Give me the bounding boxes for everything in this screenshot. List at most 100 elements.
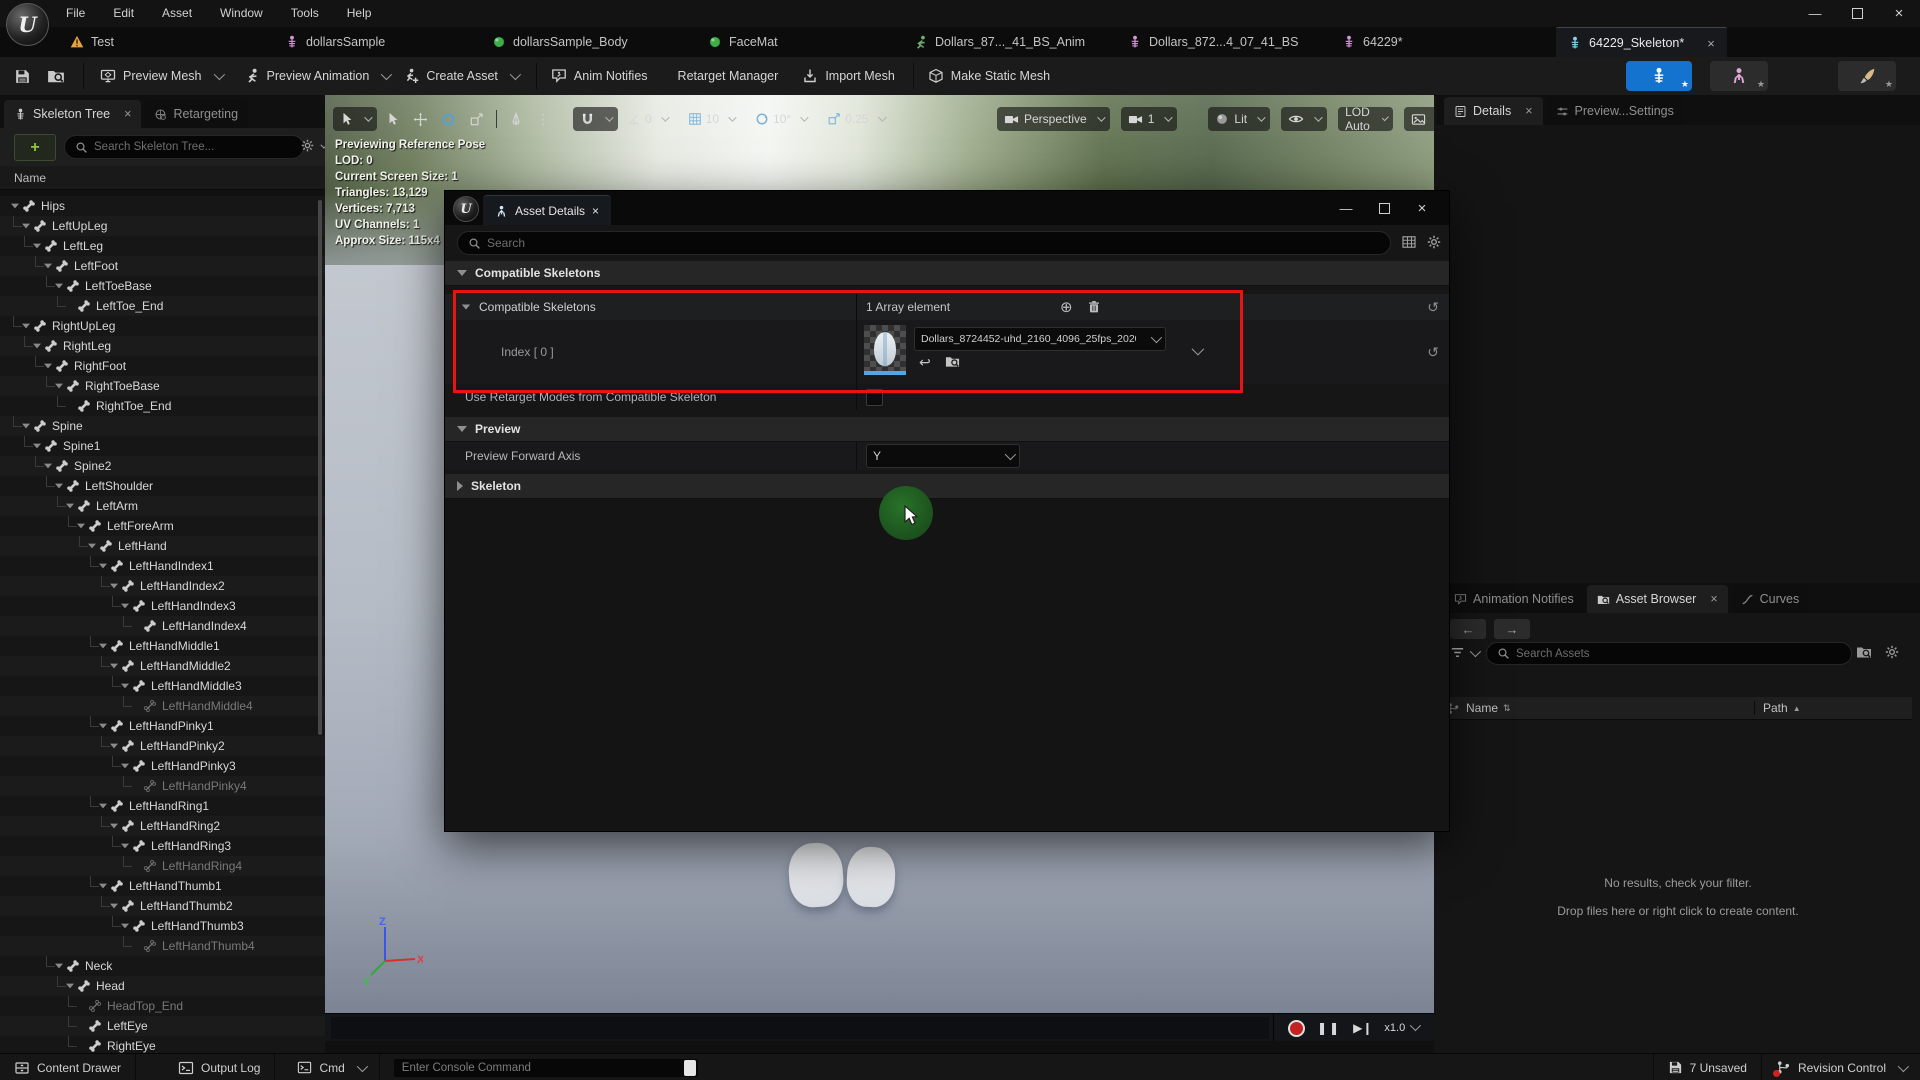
expander-open-icon[interactable]: [41, 263, 55, 269]
bone-row-lefthandmiddle1[interactable]: LeftHandMiddle1: [0, 636, 325, 656]
retarget-manager-button[interactable]: Retarget Manager: [678, 69, 779, 83]
bone-row-lefthandmiddle2[interactable]: LeftHandMiddle2: [0, 656, 325, 676]
bone-row-hips[interactable]: Hips: [0, 196, 325, 216]
delete-array-button[interactable]: [1087, 300, 1101, 315]
scale-snap-dropdown[interactable]: 0.25: [823, 112, 887, 126]
toolbar-overflow-menu[interactable]: ⋮: [532, 111, 554, 128]
output-log-button[interactable]: Output Log: [164, 1054, 275, 1080]
expander-open-icon[interactable]: [19, 423, 33, 429]
make-static-mesh-button[interactable]: Make Static Mesh: [928, 68, 1050, 84]
menu-asset[interactable]: Asset: [148, 0, 206, 27]
pivot-mode-button[interactable]: [505, 112, 527, 126]
tab-close-icon[interactable]: ×: [124, 107, 131, 121]
bone-row-lefthandthumb4[interactable]: LeftHandThumb4: [0, 936, 325, 956]
menu-help[interactable]: Help: [333, 0, 386, 27]
menu-window[interactable]: Window: [206, 0, 277, 27]
bone-row-leftfoot[interactable]: LeftFoot: [0, 256, 325, 276]
bone-row-lefteye[interactable]: LeftEye: [0, 1016, 325, 1036]
browse-to-asset-button[interactable]: [945, 354, 960, 369]
menu-edit[interactable]: Edit: [99, 0, 148, 27]
expander-open-icon[interactable]: [96, 803, 110, 809]
perspective-dropdown[interactable]: Perspective: [997, 107, 1110, 131]
element-expand-chevron[interactable]: [1192, 343, 1205, 356]
history-forward-button[interactable]: →: [1494, 619, 1530, 639]
expander-open-icon[interactable]: [96, 563, 110, 569]
bone-row-spine2[interactable]: Spine2: [0, 456, 325, 476]
bone-row-leftarm[interactable]: LeftArm: [0, 496, 325, 516]
details-panel-tab-preview-settings[interactable]: Preview...Settings: [1546, 97, 1684, 125]
bone-row-lefthand[interactable]: LeftHand: [0, 536, 325, 556]
scale-tool-button[interactable]: [465, 112, 488, 127]
bone-row-head[interactable]: Head: [0, 976, 325, 996]
expander-open-icon[interactable]: [8, 203, 22, 209]
select-tool-button[interactable]: [382, 112, 404, 126]
playback-speed-dropdown[interactable]: ​x1.0: [1384, 1022, 1418, 1034]
expander-open-icon[interactable]: [63, 983, 77, 989]
preview-forward-axis-row[interactable]: Preview Forward Axis Y: [445, 442, 1449, 470]
expander-open-icon[interactable]: [19, 223, 33, 229]
expander-open-icon[interactable]: [107, 903, 121, 909]
asset-tab-dollars-872-4-07-41-bs[interactable]: Dollars_872...4_07_41_BS: [1128, 27, 1298, 57]
bone-row-lefthandthumb2[interactable]: LeftHandThumb2: [0, 896, 325, 916]
bone-row-lefthandindex1[interactable]: LeftHandIndex1: [0, 556, 325, 576]
bone-row-lefttoe_end[interactable]: LeftToe_End: [0, 296, 325, 316]
skeleton-asset-thumbnail[interactable]: [864, 325, 906, 375]
bone-row-righttoebase[interactable]: RightToeBase: [0, 376, 325, 396]
import-mesh-button[interactable]: Import Mesh: [802, 68, 894, 84]
bone-row-leftupleg[interactable]: LeftUpLeg: [0, 216, 325, 236]
tree-settings-button[interactable]: [300, 138, 325, 153]
bone-row-lefthandthumb1[interactable]: LeftHandThumb1: [0, 876, 325, 896]
browse-in-content-browser-button[interactable]: [47, 67, 65, 85]
show-flags-dropdown[interactable]: [1281, 107, 1327, 131]
bone-row-leftleg[interactable]: LeftLeg: [0, 236, 325, 256]
expander-open-icon[interactable]: [30, 343, 44, 349]
expander-open-icon[interactable]: [30, 243, 44, 249]
content-drawer-button[interactable]: Content Drawer: [0, 1054, 136, 1080]
paint-mode-button[interactable]: ★: [1838, 61, 1896, 91]
use-retarget-modes-checkbox[interactable]: [866, 389, 883, 406]
console-expand-handle[interactable]: [684, 1060, 696, 1076]
preview-animation-button[interactable]: Preview Animation: [244, 68, 390, 84]
expander-open-icon[interactable]: [41, 463, 55, 469]
skeleton-panel-tab-skeleton-tree[interactable]: Skeleton Tree×: [4, 100, 141, 128]
expander-open-icon[interactable]: [118, 843, 132, 849]
bone-row-lefthandpinky3[interactable]: LeftHandPinky3: [0, 756, 325, 776]
expander-open-icon[interactable]: [19, 323, 33, 329]
tab-close-icon[interactable]: ×: [592, 204, 599, 218]
skeleton-tree-search-input[interactable]: Search Skeleton Tree...: [64, 135, 304, 159]
window-close-button[interactable]: ×: [1403, 191, 1441, 225]
tree-scrollbar[interactable]: [318, 200, 322, 735]
tab-close-icon[interactable]: ×: [1707, 36, 1715, 51]
use-selected-asset-button[interactable]: ↩: [919, 354, 931, 371]
window-titlebar[interactable]: U Asset Details × — ×: [445, 191, 1449, 225]
menu-tools[interactable]: Tools: [277, 0, 333, 27]
step-forward-button[interactable]: ▶❙: [1353, 1021, 1372, 1035]
menu-file[interactable]: File: [52, 0, 99, 27]
expander-open-icon[interactable]: [107, 583, 121, 589]
save-search-button[interactable]: [1856, 644, 1872, 660]
add-array-element-button[interactable]: ⊕: [1060, 298, 1073, 316]
details-settings-button[interactable]: [1426, 234, 1442, 250]
asset-search-input[interactable]: Search Assets: [1486, 642, 1852, 665]
expander-open-icon[interactable]: [96, 883, 110, 889]
cmd-dropdown[interactable]: Cmd: [283, 1054, 379, 1080]
bone-row-spine1[interactable]: Spine1: [0, 436, 325, 456]
skeleton-mode-button[interactable]: ★: [1626, 61, 1692, 91]
bone-row-rightfoot[interactable]: RightFoot: [0, 356, 325, 376]
expander-open-icon[interactable]: [96, 723, 110, 729]
section-compatible-skeletons[interactable]: Compatible Skeletons: [445, 261, 1449, 286]
expander-open-icon[interactable]: [118, 763, 132, 769]
anim-notifies-button[interactable]: Anim Notifies: [551, 68, 648, 84]
window-minimize-button[interactable]: —: [1327, 191, 1365, 225]
asset-tab-facemat[interactable]: FaceMat: [708, 27, 778, 57]
bone-row-rightleg[interactable]: RightLeg: [0, 336, 325, 356]
expander-open-icon[interactable]: [52, 963, 66, 969]
browser-panel-tab-asset-browser[interactable]: Asset Browser×: [1587, 585, 1728, 613]
expander-open-icon[interactable]: [107, 823, 121, 829]
expander-open-icon[interactable]: [96, 643, 110, 649]
asset-details-tab[interactable]: Asset Details ×: [483, 195, 611, 226]
tree-column-header-name[interactable]: Name: [0, 166, 325, 190]
preview-mesh-button[interactable]: Preview Mesh: [100, 68, 222, 84]
create-asset-button[interactable]: Create Asset: [403, 68, 518, 84]
bone-row-lefthandpinky2[interactable]: LeftHandPinky2: [0, 736, 325, 756]
